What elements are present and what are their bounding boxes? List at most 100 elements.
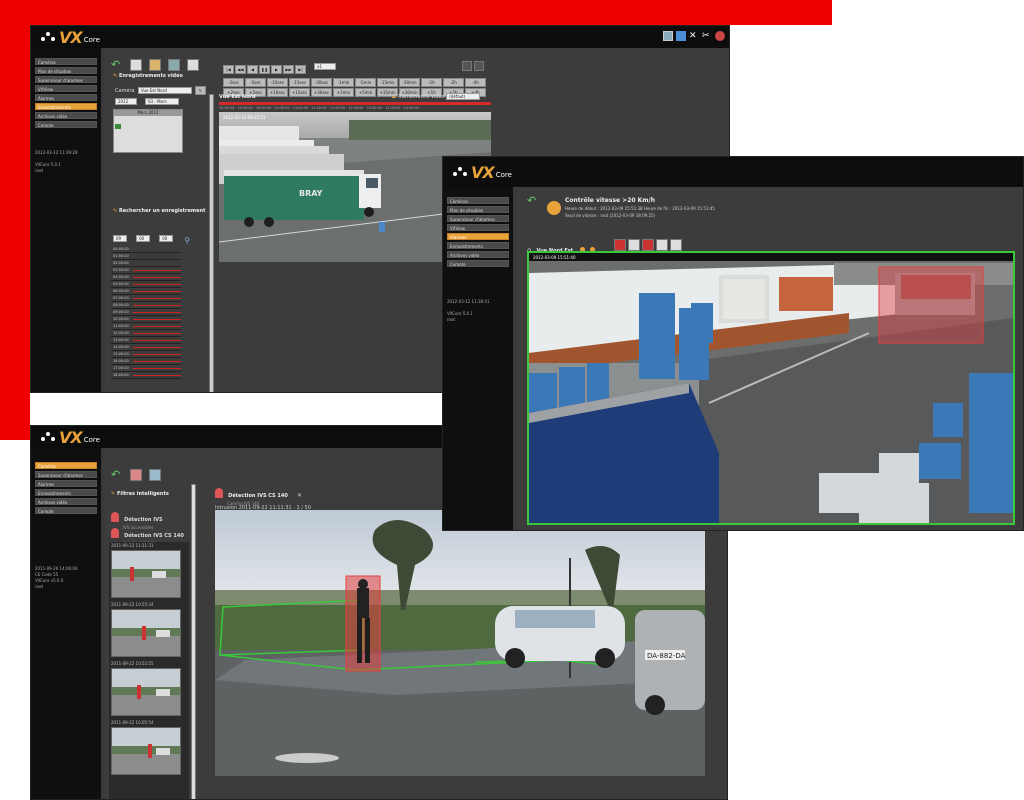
calendar-day[interactable] xyxy=(134,131,140,136)
calendar-day[interactable] xyxy=(115,131,121,136)
calendar-day[interactable] xyxy=(125,117,131,122)
calendar-day[interactable] xyxy=(173,138,179,143)
calendar-day[interactable] xyxy=(134,124,140,129)
second-field[interactable]: 00 xyxy=(159,235,174,242)
calendar-day[interactable] xyxy=(134,117,140,122)
calendar-day[interactable] xyxy=(144,145,150,150)
minute-field[interactable]: 00 xyxy=(136,235,151,242)
calendar-day[interactable] xyxy=(125,145,131,150)
hour-row[interactable]: 05:00:00 xyxy=(111,281,181,288)
thumbnail[interactable] xyxy=(111,609,181,657)
power-icon[interactable] xyxy=(715,31,725,41)
camera-tool-icon[interactable] xyxy=(130,58,143,71)
calendar-day[interactable] xyxy=(153,138,159,143)
hour-row[interactable]: 04:00:00 xyxy=(111,274,181,281)
home-icon[interactable] xyxy=(676,31,686,41)
camera-select[interactable]: Vue Est Nord xyxy=(138,87,192,94)
video-transmit-option[interactable]: ☁ Tramsmettre vidéo (défaut) xyxy=(391,93,481,100)
back-icon[interactable]: ↶ xyxy=(111,469,123,481)
hour-row[interactable]: 14:00:00 xyxy=(111,344,181,351)
hour-row[interactable]: 13:00:00 xyxy=(111,337,181,344)
calendar-day[interactable] xyxy=(163,131,169,136)
zoom-icon[interactable] xyxy=(149,468,162,481)
filter-icon[interactable] xyxy=(130,468,143,481)
calendar-day[interactable] xyxy=(173,124,179,129)
hour-row[interactable]: 02:00:00 xyxy=(111,260,181,267)
hour-field[interactable]: 09 xyxy=(113,235,127,242)
sidebar-item[interactable]: Archives vidéo xyxy=(35,498,97,505)
hour-row[interactable]: 18:00:00 xyxy=(111,372,181,379)
hour-row[interactable]: 10:00:00 xyxy=(111,316,181,323)
refresh-button[interactable]: ↻ xyxy=(195,86,206,95)
calendar-day[interactable] xyxy=(163,124,169,129)
sidebar-item[interactable]: Archives vidéo xyxy=(35,112,97,119)
calendar-day[interactable] xyxy=(115,138,121,143)
sidebar-item[interactable]: VXView xyxy=(447,224,509,231)
jump-button[interactable]: +1min xyxy=(333,88,354,97)
monitor-icon[interactable] xyxy=(663,31,673,41)
intrusion-video[interactable]: DA-882-DA xyxy=(215,510,705,776)
calendar-day[interactable] xyxy=(144,124,150,129)
camera-tool-icon[interactable] xyxy=(628,238,640,251)
sidebar-item[interactable]: Enregistrements xyxy=(35,103,97,110)
calendar-day[interactable] xyxy=(173,131,179,136)
hour-row[interactable]: 15:00:00 xyxy=(111,351,181,358)
sidebar-item[interactable]: Caméras xyxy=(35,462,97,469)
calendar-day[interactable] xyxy=(173,117,179,122)
calendar-day[interactable] xyxy=(134,138,140,143)
export-tool-icon[interactable] xyxy=(656,238,668,251)
sidebar-item[interactable]: Plan de situation xyxy=(35,67,97,74)
hour-row[interactable]: 01:00:00 xyxy=(111,253,181,260)
hour-row[interactable]: 07:00:00 xyxy=(111,295,181,302)
sidebar-item[interactable]: Alarmes xyxy=(35,480,97,487)
calendar-day[interactable] xyxy=(115,117,121,122)
jump-button[interactable]: +30sec xyxy=(311,88,332,97)
sidebar-item[interactable]: VXView xyxy=(35,85,97,92)
export-tool-icon[interactable] xyxy=(187,58,200,71)
sidebar-item[interactable]: Alarmes xyxy=(35,94,97,101)
calendar-day[interactable] xyxy=(144,131,150,136)
search-icon[interactable]: ⚲ xyxy=(184,236,190,245)
sidebar-item[interactable]: Superviseur d'alarmes xyxy=(447,215,509,222)
settings-icon[interactable]: ✂ xyxy=(702,31,712,41)
back-icon[interactable]: ↶ xyxy=(527,195,539,207)
sidebar-item[interactable]: Compte xyxy=(35,507,97,514)
sidebar-item[interactable]: Alarmes xyxy=(447,233,509,240)
sidebar-item[interactable]: Compte xyxy=(447,260,509,267)
thumbnail[interactable] xyxy=(111,727,181,775)
calendar-day[interactable] xyxy=(173,145,179,150)
hour-row[interactable]: 08:00:00 xyxy=(111,302,181,309)
month-calendar[interactable]: Mars 2012 xyxy=(113,109,183,153)
sidebar-item[interactable]: Enregistrements xyxy=(447,242,509,249)
calendar-day[interactable] xyxy=(125,131,131,136)
sidebar-item[interactable]: Superviseur d'alarmes xyxy=(35,76,97,83)
calendar-day[interactable] xyxy=(115,145,121,150)
calendar-day[interactable] xyxy=(125,124,131,129)
grid-tool-icon[interactable] xyxy=(168,58,181,71)
calendar-day[interactable] xyxy=(153,124,159,129)
hour-row[interactable]: 09:00:00 xyxy=(111,309,181,316)
calendar-day[interactable] xyxy=(153,145,159,150)
person-tool-icon[interactable] xyxy=(642,238,654,251)
sidebar-item[interactable]: Archives vidéo xyxy=(447,251,509,258)
sidebar-item[interactable]: Plan de situation xyxy=(447,206,509,213)
sidebar-item[interactable]: Caméras xyxy=(35,58,97,65)
back-icon[interactable]: ↶ xyxy=(111,59,123,71)
hour-row[interactable]: 16:00:00 xyxy=(111,358,181,365)
calendar-day[interactable] xyxy=(163,138,169,143)
month-select[interactable]: 03 - Mars xyxy=(145,98,179,105)
record-tool-icon[interactable] xyxy=(614,238,626,251)
calendar-day[interactable] xyxy=(144,138,150,143)
thumbnail-list[interactable]: 2011-09-22 11:11:31 2011-09-22 10:55:34 … xyxy=(109,542,189,799)
hour-row[interactable]: 12:00:00 xyxy=(111,330,181,337)
scrollbar[interactable] xyxy=(209,94,214,392)
thumbnail-scrollbar[interactable] xyxy=(191,484,196,799)
calendar-day[interactable] xyxy=(153,117,159,122)
transmit-select[interactable]: (défaut) xyxy=(446,93,481,100)
hour-row[interactable]: 03:00:00 xyxy=(111,267,181,274)
map-tool-icon[interactable] xyxy=(149,58,162,71)
thumbnail[interactable] xyxy=(111,668,181,716)
calendar-day[interactable] xyxy=(125,138,131,143)
calendar-day[interactable] xyxy=(163,145,169,150)
calendar-day[interactable] xyxy=(115,124,121,129)
